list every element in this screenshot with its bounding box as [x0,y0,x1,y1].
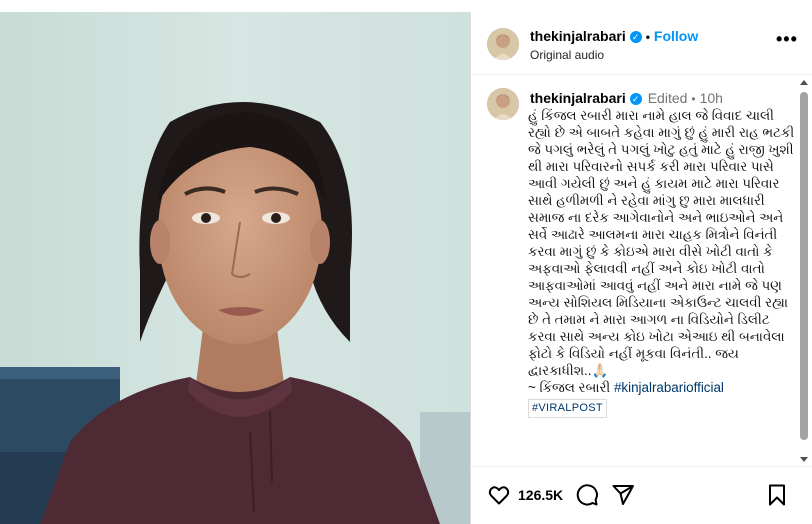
post-header: thekinjalrabari ✓ • Follow Original audio •… [471,12,812,75]
audio-link[interactable]: Original audio [530,48,604,62]
top-strip [0,0,812,12]
separator-dot: • [691,92,696,106]
heart-icon[interactable] [487,483,511,507]
post-side-panel: thekinjalrabari ✓ • Follow Original audio •… [470,12,812,524]
caption-signature-line: ~ કિંજલ રબારી #kinjalrabariofficial [528,379,798,396]
caption-avatar[interactable] [487,88,519,120]
caption-header: thekinjalrabari ✓ Edited • 10h [530,90,723,106]
follow-button[interactable]: Follow [654,28,698,44]
username-link[interactable]: thekinjalrabari [530,28,626,44]
author-line: thekinjalrabari ✓ • Follow [530,28,698,44]
verified-badge-icon: ✓ [629,31,642,43]
scrollbar-thumb[interactable] [800,92,808,440]
avatar[interactable] [487,28,519,60]
post-video[interactable] [0,12,470,524]
post-time: 10h [699,90,723,106]
caption-body: હું કિંજલ રબારી મારા નામે હાલ જે વિવાદ ચ… [528,108,795,378]
comment-icon[interactable] [575,483,599,507]
edited-label: Edited [647,90,688,106]
scroll-up-icon[interactable] [800,80,808,85]
scroll-down-icon[interactable] [800,457,808,462]
caption-scrollbar[interactable] [798,76,810,466]
viralpost-tag[interactable]: #VIRALPOST [528,399,607,418]
video-frame-illustration [0,12,470,524]
share-icon[interactable] [611,483,635,507]
more-options-icon[interactable]: ••• [776,30,797,52]
hashtag-link[interactable]: #kinjalrabariofficial [614,380,724,395]
caption-username-link[interactable]: thekinjalrabari [530,90,626,106]
likes-count[interactable]: 126.5K [518,487,563,503]
bookmark-icon[interactable] [765,483,789,507]
separator-dot: • [645,30,650,44]
verified-badge-icon: ✓ [629,93,642,105]
caption-text: હું કિંજલ રબારી મારા નામે હાલ જે વિવાદ ચ… [528,107,798,418]
caption-section: thekinjalrabari ✓ Edited • 10h હું કિંજલ રબા… [471,76,812,466]
action-bar: 126.5K [471,466,812,524]
caption-signature: ~ કિંજલ રબારી [528,380,611,395]
